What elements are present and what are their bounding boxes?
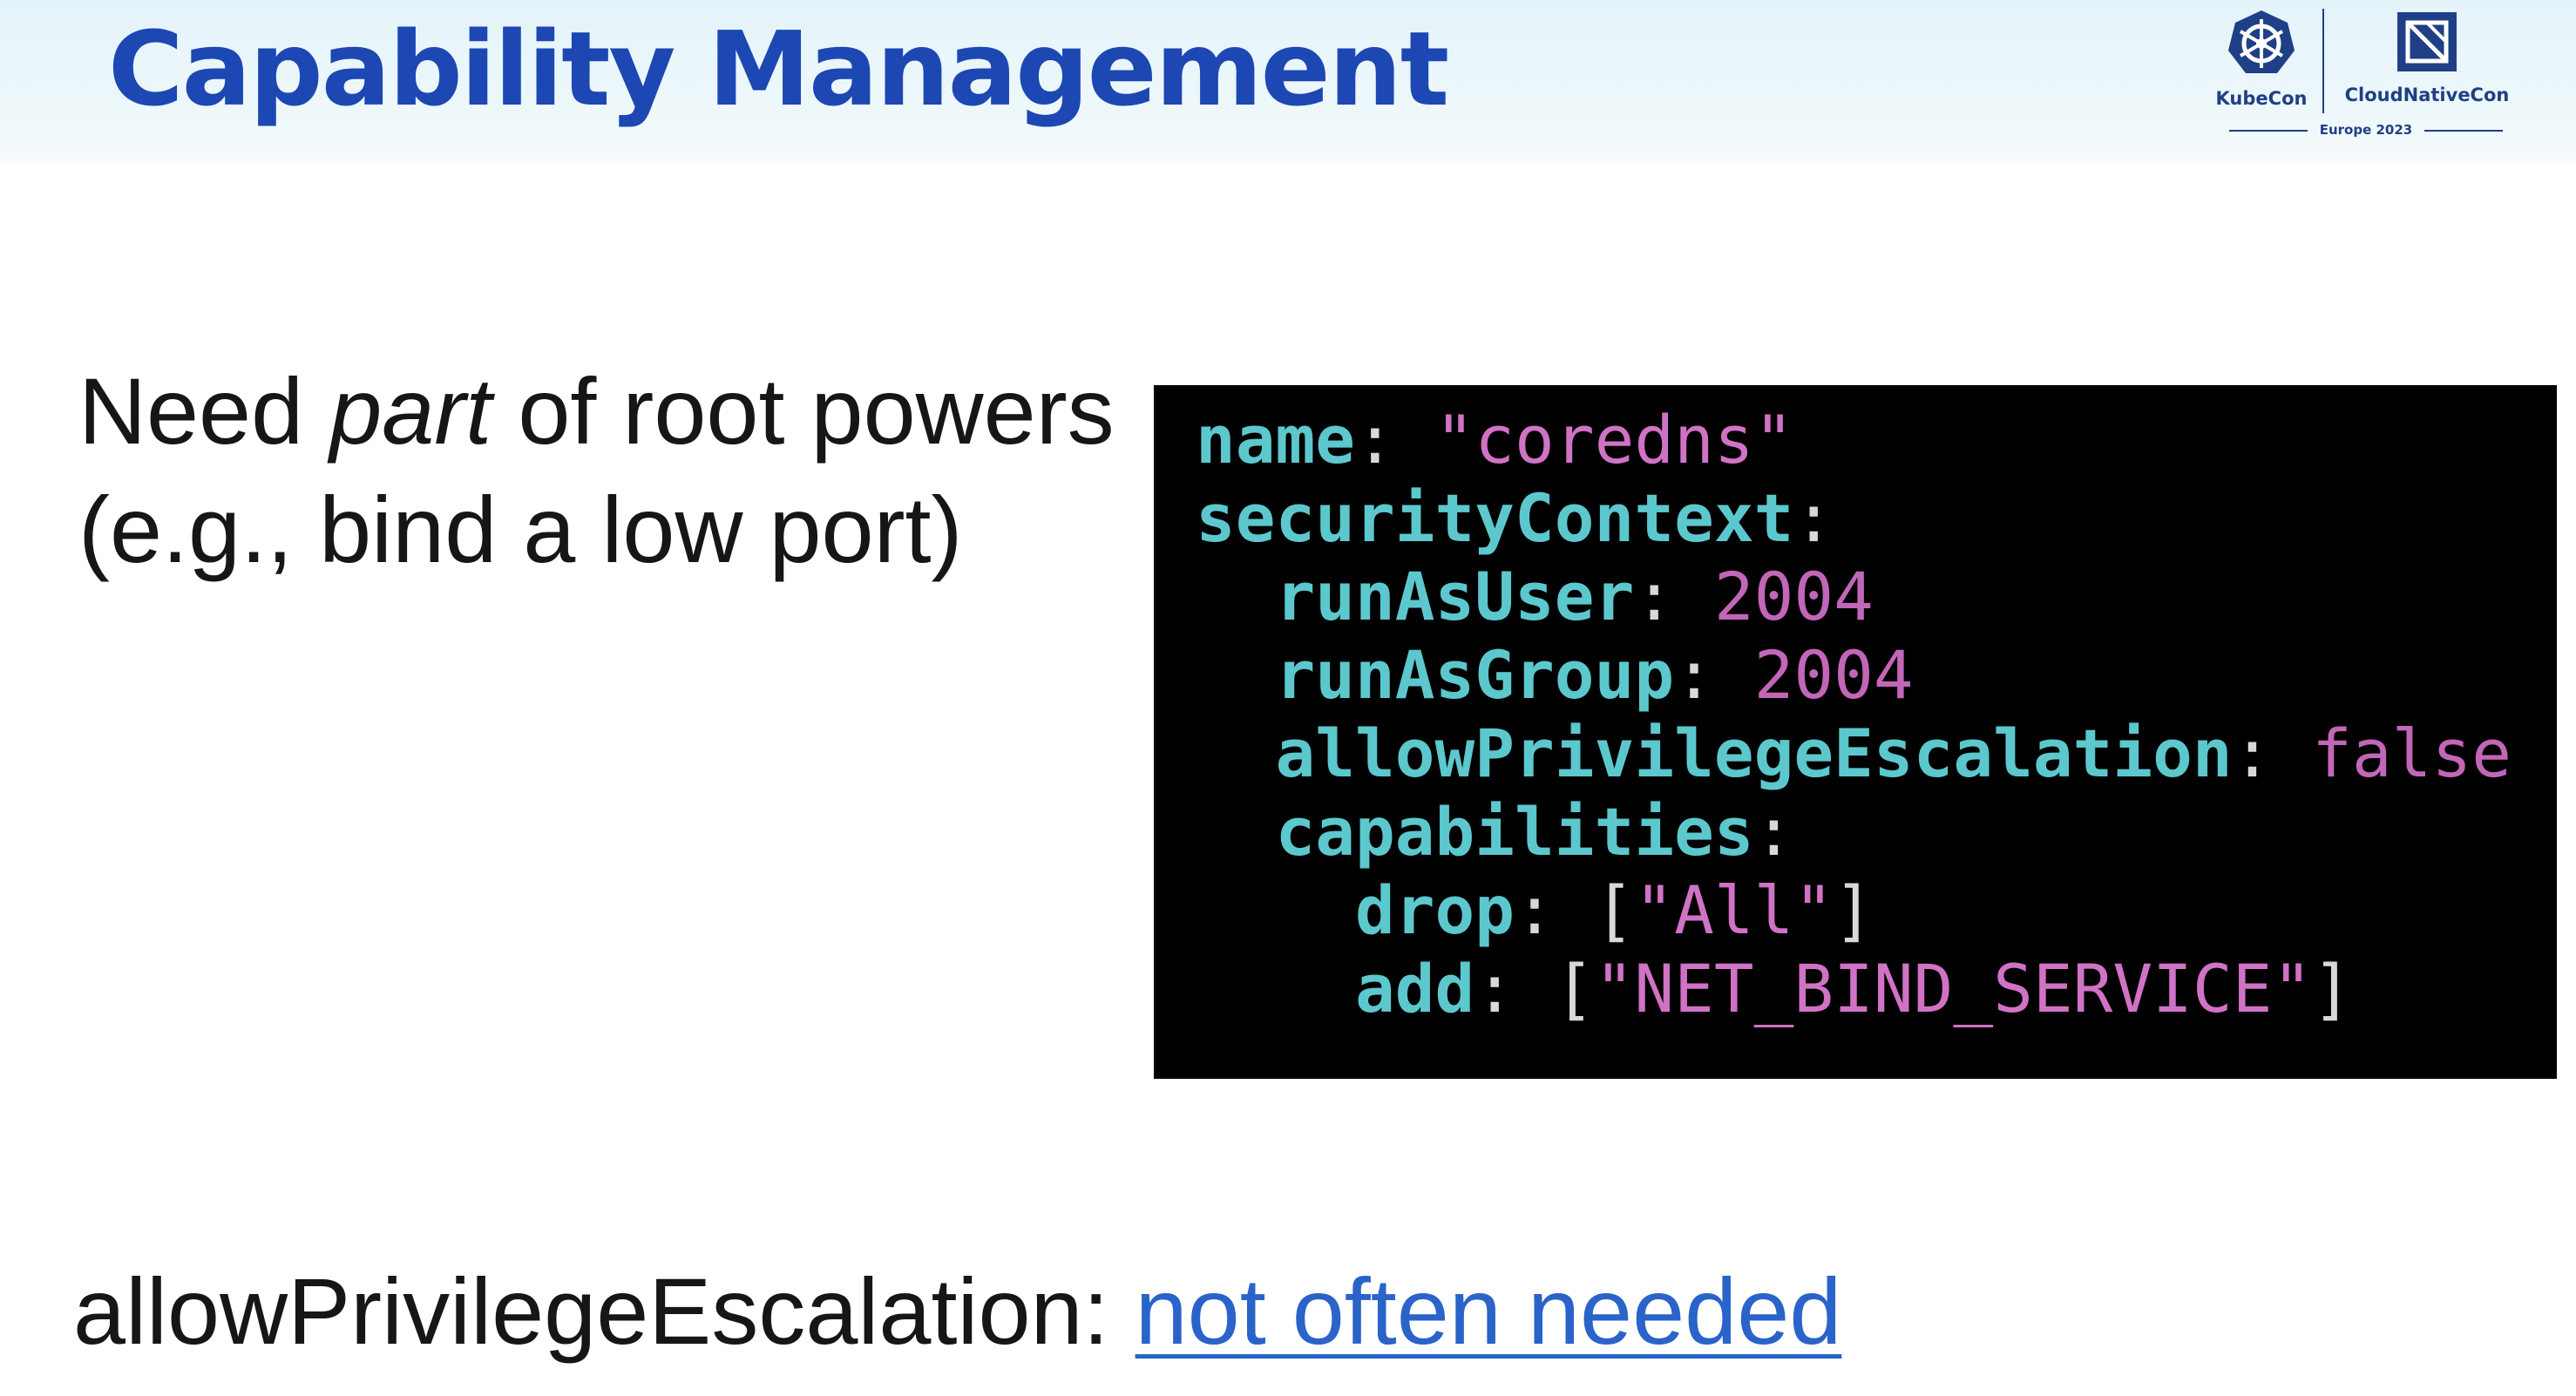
lead-text-start: Need: [78, 358, 330, 464]
cncf-square-icon: [2397, 12, 2457, 71]
code-value: "All": [1634, 871, 1834, 949]
footer-label: allowPrivilegeEscalation:: [73, 1258, 1135, 1364]
code-value: 2004: [1713, 558, 1874, 635]
code-line: runAsGroup: 2004: [1275, 636, 1914, 714]
code-line: securityContext:: [1196, 479, 1834, 557]
code-key: securityContext: [1196, 479, 1794, 557]
logo-divider: [2322, 9, 2324, 113]
code-line: drop: ["All"]: [1355, 871, 1874, 949]
event-rule-left: [2228, 129, 2308, 132]
code-line: add: ["NET_BIND_SERVICE"]: [1355, 950, 2352, 1027]
code-line: capabilities:: [1275, 793, 1794, 871]
code-snippet: name: "coredns" securityContext: runAsUs…: [1154, 385, 2557, 1079]
code-line: runAsUser: 2004: [1275, 558, 1874, 635]
code-line: name: "coredns": [1196, 401, 1794, 478]
slide: Capability Management KubeCon CloudNativ…: [0, 0, 2576, 1396]
event-logos: KubeCon CloudNativeCon Europe 2023: [2209, 7, 2523, 146]
lead-emphasis: part: [329, 358, 492, 464]
not-often-needed-link[interactable]: not often needed: [1135, 1258, 1842, 1364]
code-key: capabilities: [1275, 793, 1754, 871]
kubecon-logo: KubeCon: [2209, 7, 2314, 109]
cloudnativecon-logo: CloudNativeCon: [2331, 7, 2523, 105]
event-rule-right: [2424, 129, 2504, 132]
code-key: add: [1355, 950, 1475, 1027]
footer-note: allowPrivilegeEscalation: not often need…: [73, 1255, 1841, 1368]
code-key: runAsUser: [1275, 558, 1635, 635]
code-key: drop: [1355, 871, 1515, 949]
code-key: runAsGroup: [1275, 636, 1675, 714]
slide-header: Capability Management KubeCon CloudNativ…: [0, 0, 2576, 162]
code-key: allowPrivilegeEscalation: [1275, 715, 2233, 792]
code-value: false: [2312, 715, 2512, 792]
lead-text: Need part of root powers (e.g., bind a l…: [78, 352, 1124, 589]
code-key: name: [1196, 401, 1356, 478]
event-label-row: Europe 2023: [2209, 122, 2523, 138]
code-value: "coredns": [1434, 401, 1794, 478]
cloudnativecon-label: CloudNativeCon: [2344, 85, 2510, 105]
kubernetes-wheel-icon: [2228, 10, 2295, 73]
code-line: allowPrivilegeEscalation: false: [1275, 715, 2512, 792]
code-value: "NET_BIND_SERVICE": [1594, 950, 2313, 1027]
kubecon-label: KubeCon: [2215, 88, 2308, 109]
slide-title: Capability Management: [108, 9, 1449, 129]
event-label: Europe 2023: [2319, 122, 2413, 138]
code-value: 2004: [1753, 636, 1914, 714]
